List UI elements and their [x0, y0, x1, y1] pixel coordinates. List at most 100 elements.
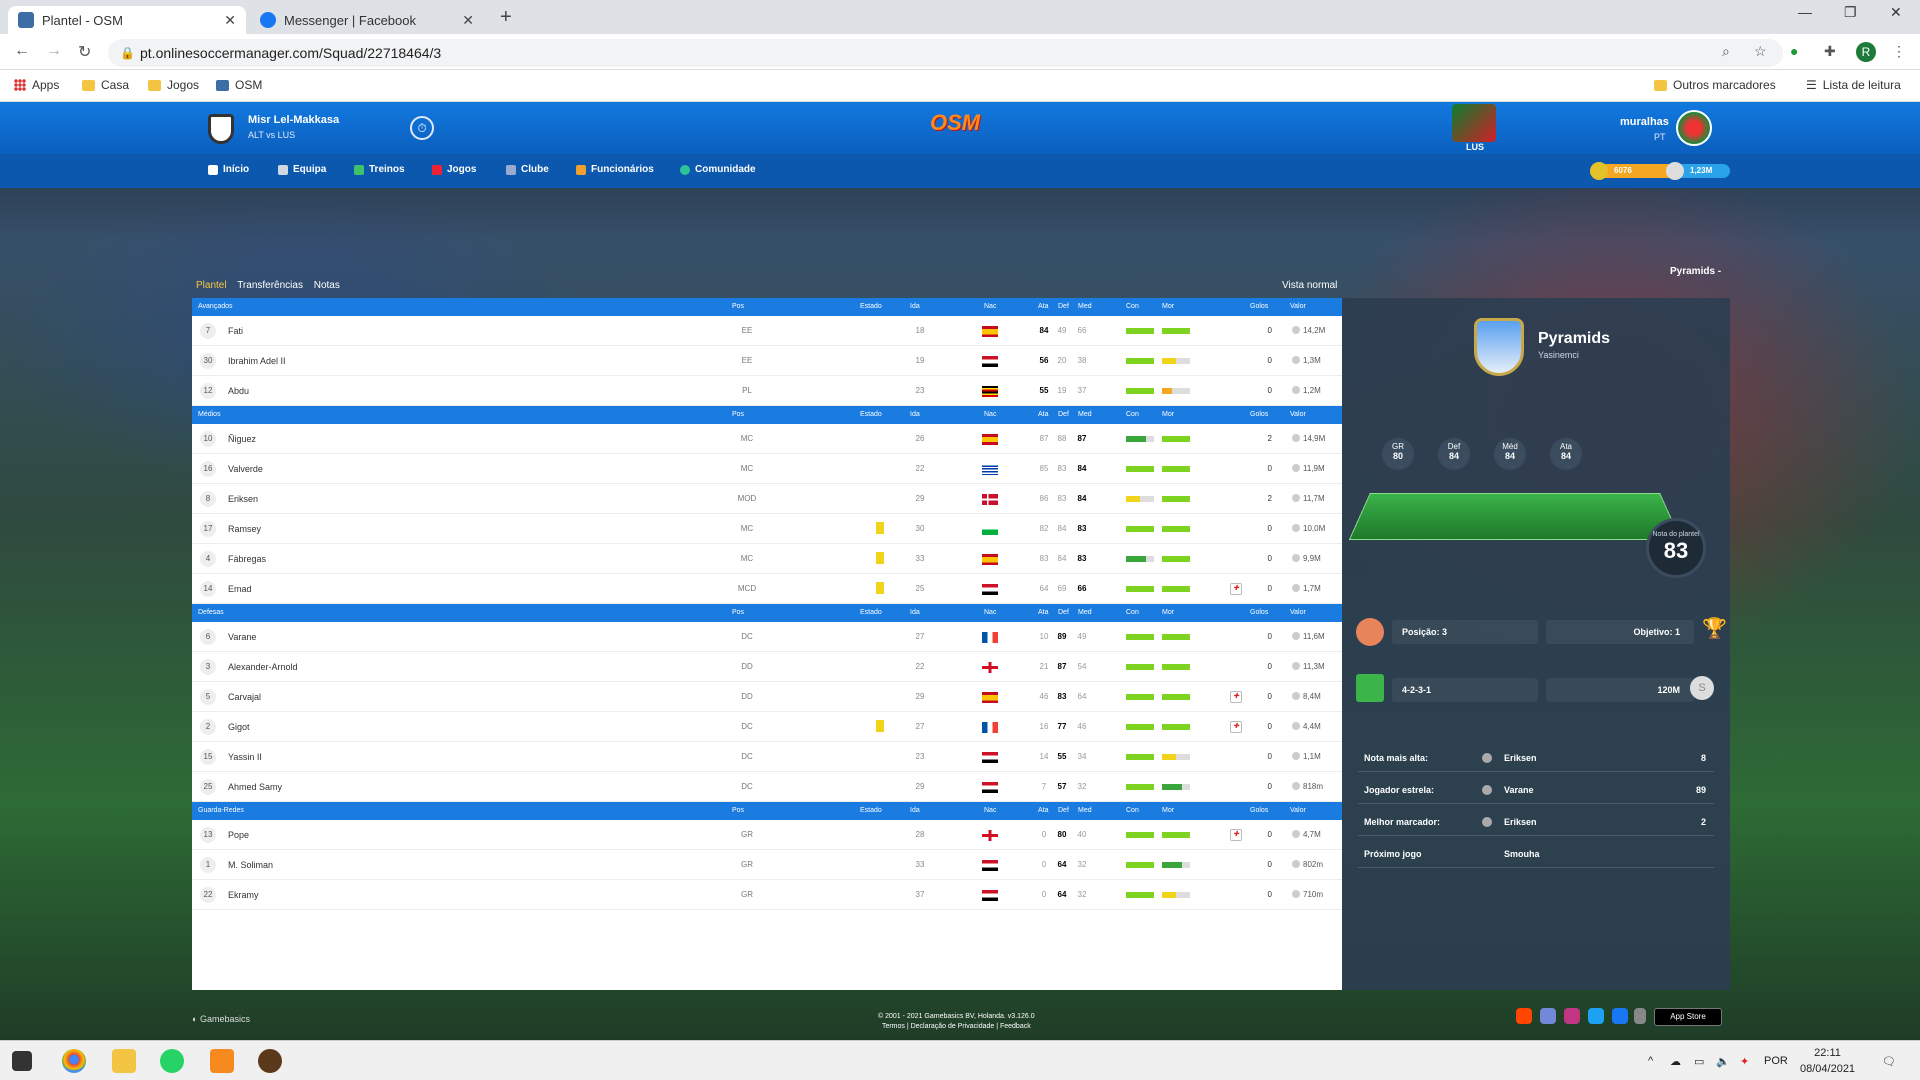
- player-name[interactable]: Gigot: [228, 722, 250, 732]
- bookmark-other[interactable]: Outros marcadores: [1654, 78, 1776, 92]
- column-header-golos[interactable]: Golos: [1250, 303, 1268, 310]
- bookmark-osm[interactable]: OSM: [216, 78, 262, 92]
- forward-icon[interactable]: →: [46, 42, 62, 60]
- column-header-ata[interactable]: Ata: [1038, 609, 1049, 616]
- column-header-ida[interactable]: Ida: [910, 807, 920, 814]
- flag-icon[interactable]: [1634, 1008, 1646, 1024]
- column-header-golos[interactable]: Golos: [1250, 411, 1268, 418]
- column-header-golos[interactable]: Golos: [1250, 807, 1268, 814]
- table-row[interactable]: 4 Fàbregas MC 33 83 84 83 0 9,9M: [192, 544, 1342, 574]
- column-header-con[interactable]: Con: [1126, 411, 1139, 418]
- highlight-row[interactable]: Melhor marcador: Eriksen 2: [1358, 808, 1714, 836]
- windows-start-icon[interactable]: [12, 1051, 32, 1071]
- gamebasics-logo[interactable]: ◐ Gamebasics: [192, 1014, 250, 1024]
- player-name[interactable]: Fàbregas: [228, 554, 266, 564]
- menu-treinos[interactable]: Treinos: [354, 164, 405, 175]
- player-name[interactable]: Ahmed Samy: [228, 782, 282, 792]
- player-name[interactable]: Carvajal: [228, 692, 261, 702]
- chrome-icon[interactable]: [62, 1049, 86, 1073]
- instagram-icon[interactable]: [1564, 1008, 1580, 1024]
- column-header-mor[interactable]: Mor: [1162, 411, 1174, 418]
- close-tab-icon[interactable]: ✕: [462, 12, 474, 29]
- highlight-row[interactable]: Próximo jogo Smouha: [1358, 840, 1714, 868]
- player-name[interactable]: Fati: [228, 326, 243, 336]
- taskbar-clock[interactable]: 22:11 08/04/2021: [1800, 1045, 1855, 1077]
- whatsapp-icon[interactable]: [160, 1049, 184, 1073]
- column-header-con[interactable]: Con: [1126, 609, 1139, 616]
- column-header-nac[interactable]: Nac: [984, 609, 996, 616]
- column-header-estado[interactable]: Estado: [860, 303, 882, 310]
- team-dropdown[interactable]: Pyramids -: [1670, 266, 1721, 277]
- menu-dots-icon[interactable]: ⋮: [1892, 43, 1906, 60]
- cloud-icon[interactable]: ☁: [1670, 1055, 1681, 1068]
- bookmark-jogos[interactable]: Jogos: [148, 78, 199, 92]
- close-tab-icon[interactable]: ✕: [224, 12, 236, 29]
- menu-inicio[interactable]: Início: [208, 164, 249, 175]
- player-name[interactable]: Alexander-Arnold: [228, 662, 298, 672]
- discord-icon[interactable]: [1540, 1008, 1556, 1024]
- column-header-def[interactable]: Def: [1058, 609, 1069, 616]
- back-icon[interactable]: ←: [14, 42, 30, 60]
- table-row[interactable]: 7 Fati EE 18 84 49 66 0 14,2M: [192, 316, 1342, 346]
- column-header-valor[interactable]: Valor: [1290, 411, 1306, 418]
- menu-equipa[interactable]: Equipa: [278, 164, 326, 175]
- restore-icon[interactable]: ❐: [1844, 4, 1857, 21]
- bookmark-star-icon[interactable]: ☆: [1754, 43, 1767, 60]
- table-row[interactable]: 13 Pope GR 28 0 80 40 ✚ 0 4,7M: [192, 820, 1342, 850]
- reading-list[interactable]: ☰ Lista de leitura: [1806, 78, 1901, 92]
- table-row[interactable]: 25 Ahmed Samy DC 29 7 57 32 0 818m: [192, 772, 1342, 802]
- player-name[interactable]: Abdu: [228, 386, 249, 396]
- column-header-ida[interactable]: Ida: [910, 411, 920, 418]
- player-name[interactable]: Valverde: [228, 464, 263, 474]
- column-header-ida[interactable]: Ida: [910, 609, 920, 616]
- column-header-valor[interactable]: Valor: [1290, 609, 1306, 616]
- notifications-icon[interactable]: 🗨: [1882, 1055, 1896, 1068]
- column-header-con[interactable]: Con: [1126, 303, 1139, 310]
- player-name[interactable]: Ñiguez: [228, 434, 256, 444]
- reload-icon[interactable]: ↻: [78, 42, 91, 62]
- extension-icon[interactable]: ●: [1790, 43, 1798, 59]
- table-row[interactable]: 15 Yassin II DC 23 14 55 34 0 1,1M: [192, 742, 1342, 772]
- column-header-valor[interactable]: Valor: [1290, 303, 1306, 310]
- player-name[interactable]: M. Soliman: [228, 860, 273, 870]
- table-row[interactable]: 30 Ibrahim Adel II EE 19 56 20 38 0 1,3M: [192, 346, 1342, 376]
- column-header-mor[interactable]: Mor: [1162, 609, 1174, 616]
- column-header-estado[interactable]: Estado: [860, 411, 882, 418]
- security-icon[interactable]: ✦: [1740, 1055, 1749, 1068]
- game-icon[interactable]: [258, 1049, 282, 1073]
- highlight-player[interactable]: Smouha: [1504, 849, 1540, 859]
- minimize-icon[interactable]: —: [1798, 4, 1812, 20]
- column-header-golos[interactable]: Golos: [1250, 609, 1268, 616]
- table-row[interactable]: 8 Eriksen MOD 29 86 83 84 2 11,7M: [192, 484, 1342, 514]
- table-row[interactable]: 22 Ekramy GR 37 0 64 32 0 710m: [192, 880, 1342, 910]
- column-header-nac[interactable]: Nac: [984, 807, 996, 814]
- column-header-estado[interactable]: Estado: [860, 609, 882, 616]
- menu-comunidade[interactable]: Comunidade: [680, 164, 756, 175]
- view-toggle[interactable]: Vista normal: [1282, 280, 1337, 291]
- column-header-def[interactable]: Def: [1058, 807, 1069, 814]
- reddit-icon[interactable]: [1516, 1008, 1532, 1024]
- table-row[interactable]: 16 Valverde MC 22 85 83 84 0 11,9M: [192, 454, 1342, 484]
- club-name[interactable]: Misr Lel-Makkasa: [248, 114, 339, 126]
- table-row[interactable]: 10 Ñiguez MC 26 87 88 87 2 14,9M: [192, 424, 1342, 454]
- profile-avatar[interactable]: R: [1856, 42, 1876, 62]
- tab-messenger[interactable]: Messenger | Facebook ✕: [250, 6, 484, 34]
- table-row[interactable]: 5 Carvajal DD 29 46 83 64 ✚ 0 8,4M: [192, 682, 1342, 712]
- table-row[interactable]: 14 Emad MCD 25 64 69 66 ✚ 0 1,7M: [192, 574, 1342, 604]
- network-icon[interactable]: ▭: [1694, 1055, 1704, 1068]
- table-row[interactable]: 3 Alexander-Arnold DD 22 21 87 54 0 11,3M: [192, 652, 1342, 682]
- column-header-med[interactable]: Med: [1078, 411, 1092, 418]
- formation-box[interactable]: 4-2-3-1: [1392, 678, 1538, 702]
- close-window-icon[interactable]: ✕: [1890, 4, 1902, 21]
- column-header-med[interactable]: Med: [1078, 609, 1092, 616]
- puzzle-icon[interactable]: ✚: [1824, 43, 1836, 60]
- menu-jogos[interactable]: Jogos: [432, 164, 476, 175]
- subtab-plantel[interactable]: Plantel: [196, 280, 227, 291]
- column-header-pos[interactable]: Pos: [732, 411, 744, 418]
- column-header-ata[interactable]: Ata: [1038, 303, 1049, 310]
- column-header-med[interactable]: Med: [1078, 303, 1092, 310]
- column-header-ida[interactable]: Ida: [910, 303, 920, 310]
- menu-funcionarios[interactable]: Funcionários: [576, 164, 654, 175]
- new-tab-icon[interactable]: +: [500, 6, 512, 29]
- facebook-icon[interactable]: [1612, 1008, 1628, 1024]
